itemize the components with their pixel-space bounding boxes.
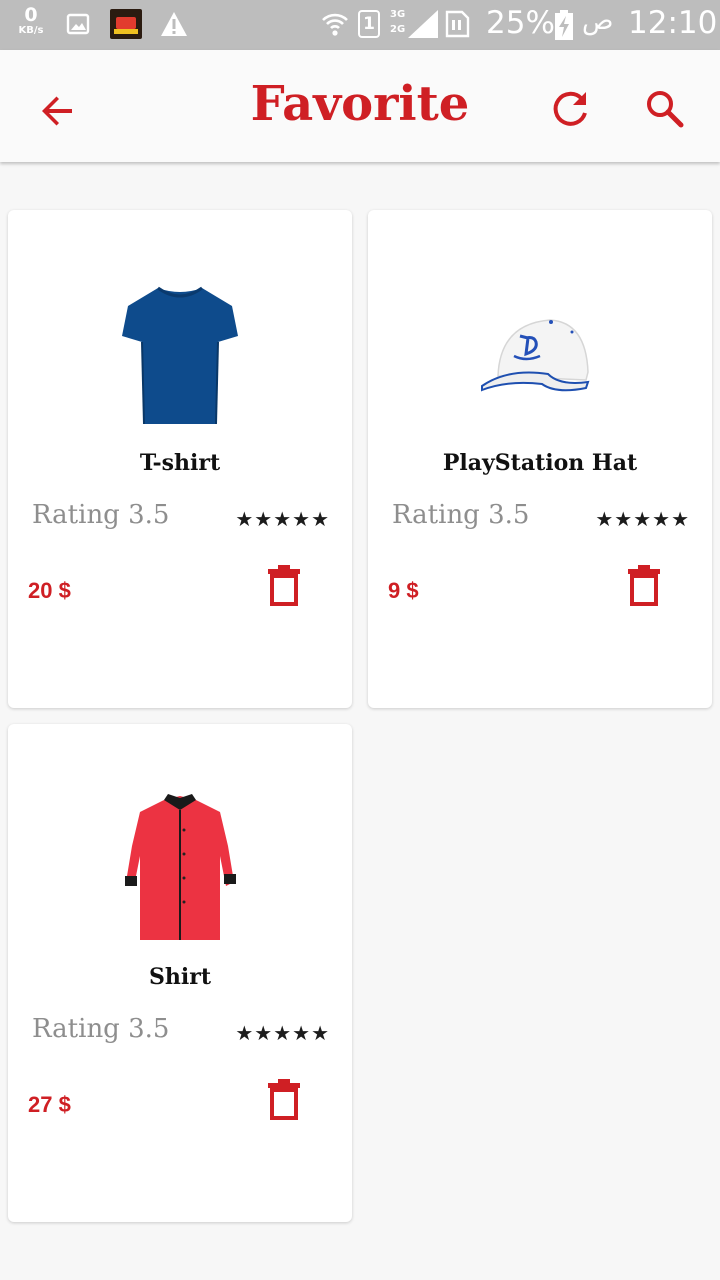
product-name: T-shirt	[139, 450, 221, 476]
product-price: 20 $	[28, 578, 71, 603]
am-pm-indicator: ص	[582, 6, 614, 36]
product-name: Shirt	[149, 964, 211, 990]
image-icon	[66, 13, 90, 35]
product-rating: Rating 3.5	[32, 500, 170, 530]
app-bar: Favorite	[0, 50, 720, 162]
product-rating: Rating 3.5	[392, 500, 530, 530]
page-title: Favorite	[250, 76, 470, 132]
delete-icon[interactable]	[264, 1078, 304, 1122]
battery-percent: 25%	[486, 5, 555, 41]
app-notification-icon	[110, 9, 142, 39]
warning-icon	[161, 12, 187, 36]
battery-charging-icon	[555, 10, 573, 40]
product-price: 9 $	[388, 578, 419, 603]
product-image-shirt	[125, 794, 236, 940]
product-card[interactable]: T-shirt Rating 3.5 ★★★★★ 20 $	[8, 210, 352, 708]
sim-slot-indicator: 1	[358, 10, 380, 38]
product-card[interactable]: Shirt Rating 3.5 ★★★★★ 27 $	[8, 724, 352, 1222]
network-speed-value: 0	[24, 4, 38, 26]
rating-stars: ★★★★★	[235, 1023, 330, 1045]
product-rating: Rating 3.5	[32, 1014, 170, 1044]
rating-stars: ★★★★★	[595, 509, 690, 531]
wifi-icon	[322, 13, 348, 36]
product-image-playstation-hat	[481, 319, 590, 392]
signal-icon: 3G 2G	[390, 8, 438, 40]
delete-icon[interactable]	[624, 564, 664, 608]
network-type-bottom: 2G	[390, 24, 406, 35]
refresh-icon[interactable]	[549, 87, 593, 131]
search-icon[interactable]	[643, 87, 687, 131]
network-speed-unit: KB/s	[18, 25, 44, 36]
rating-stars: ★★★★★	[235, 509, 330, 531]
network-speed: 0 KB/s	[14, 6, 48, 36]
delete-icon[interactable]	[264, 564, 304, 608]
product-card[interactable]: PlayStation Hat Rating 3.5 ★★★★★ 9 $	[368, 210, 712, 708]
product-image-tshirt	[122, 286, 238, 425]
network-type-top: 3G	[390, 9, 406, 20]
clock: 12:10	[628, 5, 718, 41]
sim-icon	[445, 10, 470, 38]
product-name: PlayStation Hat	[442, 450, 638, 476]
back-arrow-icon[interactable]	[36, 89, 80, 133]
status-bar: 0 KB/s 1 3G 2G 25% ص 12:10	[0, 0, 720, 50]
product-price: 27 $	[28, 1092, 71, 1117]
